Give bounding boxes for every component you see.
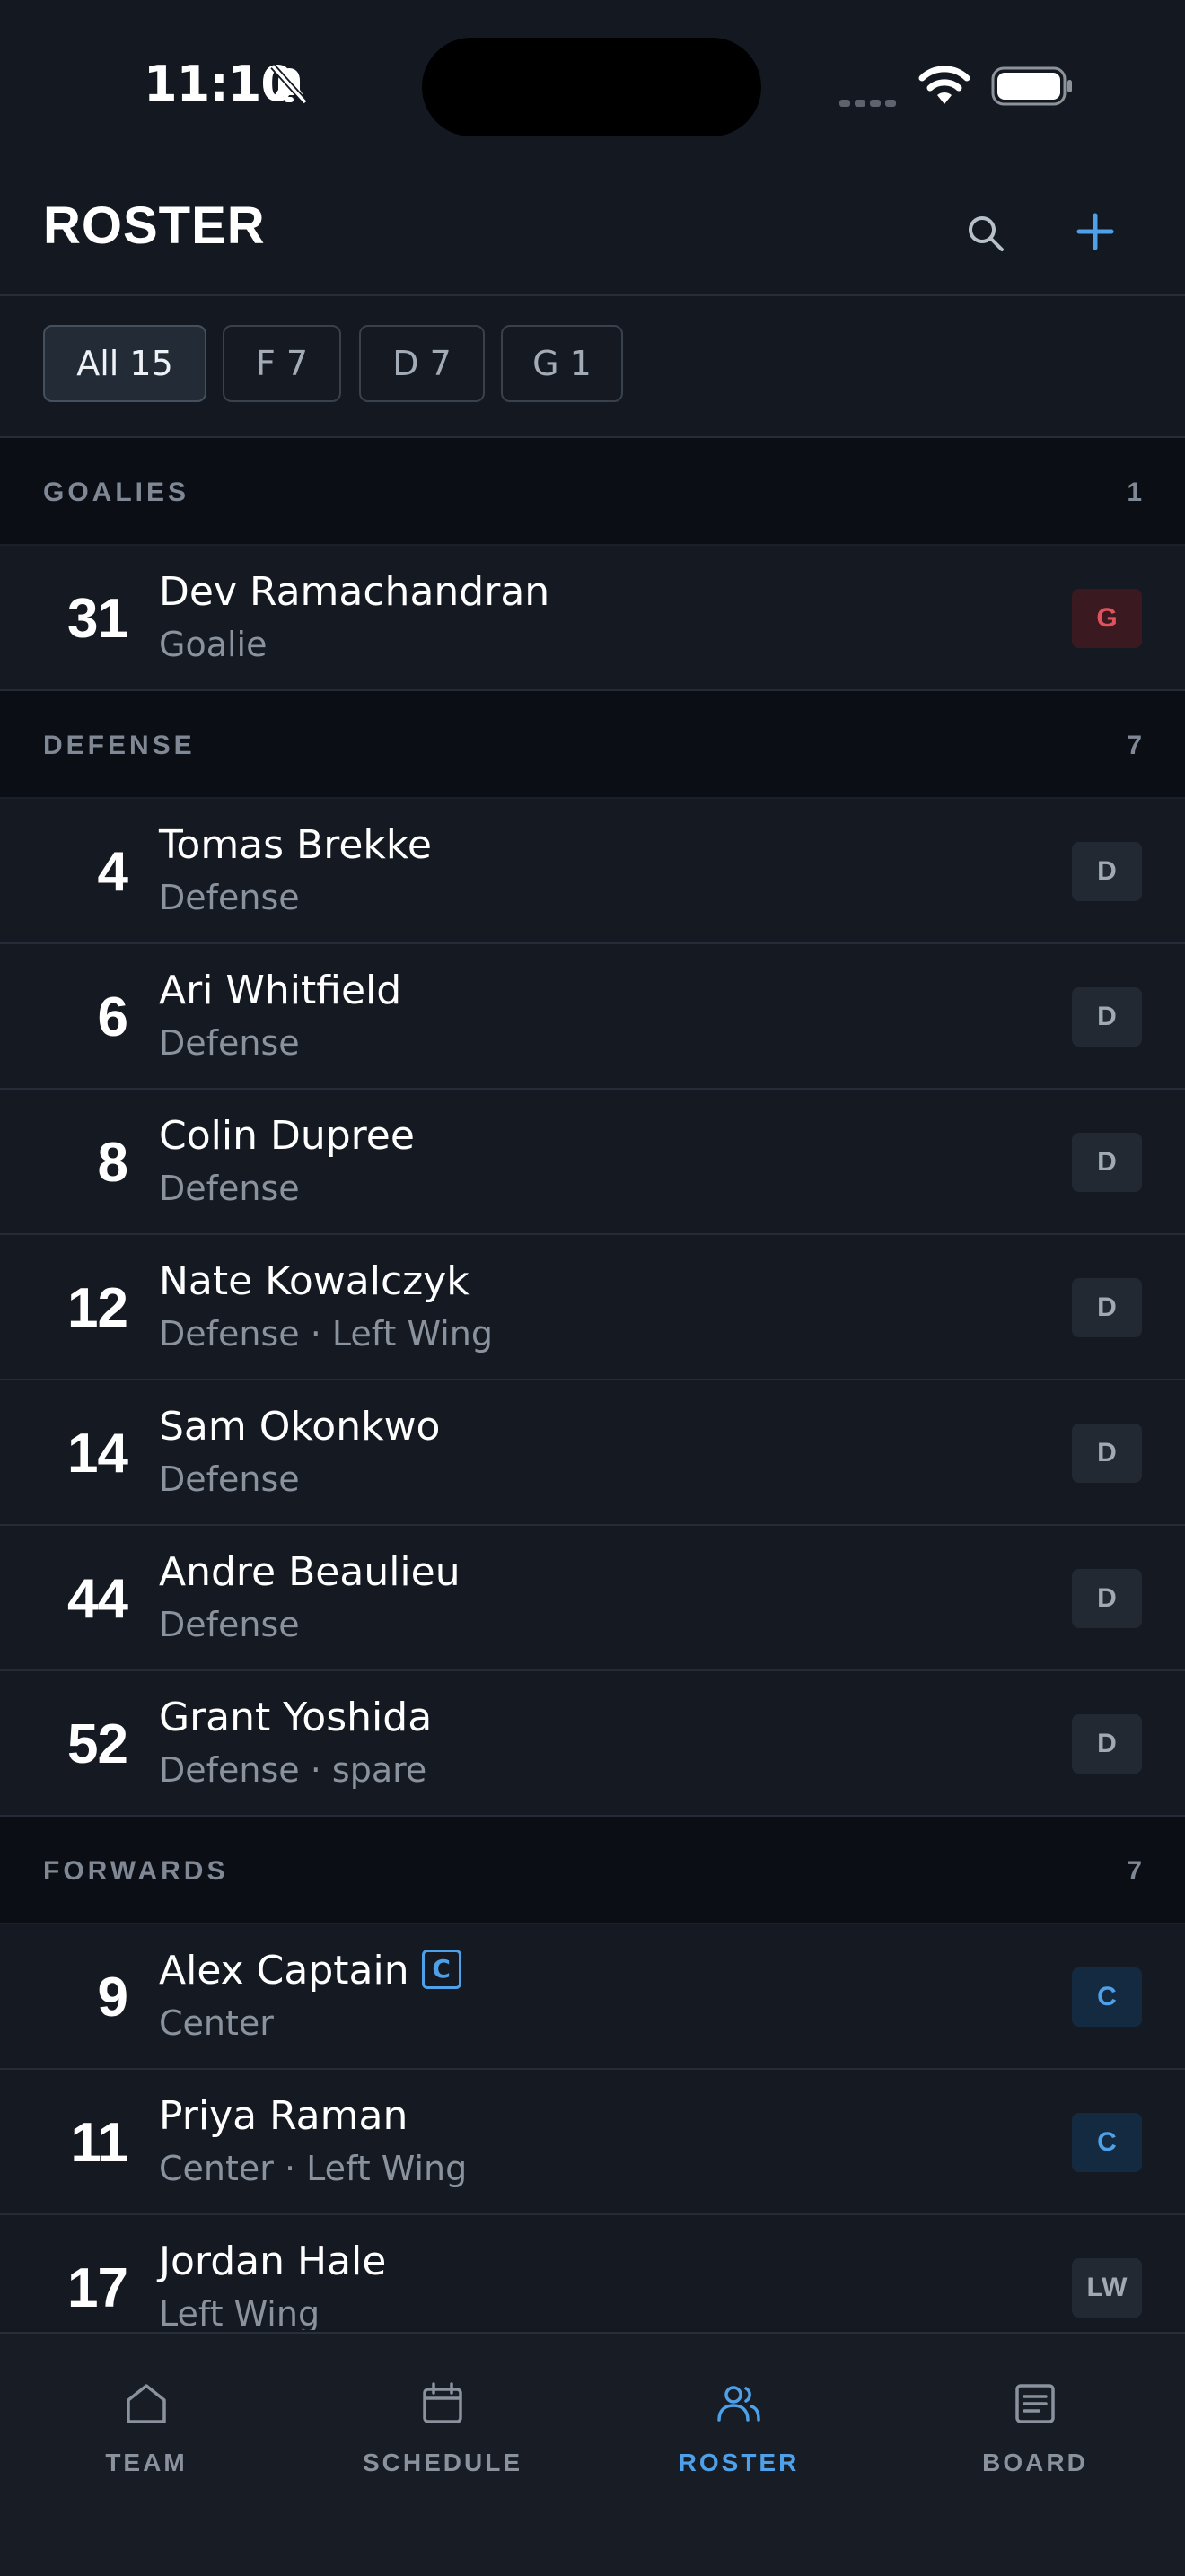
page-title: ROSTER (43, 197, 266, 255)
player-name: Jordan Hale (159, 2239, 387, 2284)
tab-board[interactable]: BOARD (918, 2379, 1152, 2477)
player-name: Tomas Brekke (159, 822, 432, 868)
search-icon[interactable] (964, 212, 1007, 255)
jersey-number: 11 (70, 2112, 128, 2174)
captain-badge: C (421, 1950, 461, 1989)
filter-chip-defense[interactable]: D 7 (359, 325, 485, 402)
section-title: DEFENSE (43, 731, 196, 760)
section-title: FORWARDS (43, 1856, 229, 1886)
player-name: Nate Kowalczyk (159, 1258, 470, 1304)
silent-bell-icon (270, 64, 308, 105)
player-name: Colin Dupree (159, 1113, 415, 1159)
section-header-defense: DEFENSE 7 (0, 691, 1185, 799)
player-row[interactable]: 9 Alex Captain C Center C (0, 1924, 1185, 2070)
filter-chip-all[interactable]: All 15 (43, 325, 206, 402)
position-badge: D (1072, 842, 1142, 901)
section-count: 1 (1127, 478, 1142, 507)
wifi-icon (918, 66, 970, 104)
tab-label: SCHEDULE (362, 2449, 522, 2476)
status-bar: 11:10 (0, 0, 1185, 171)
player-position: Defense (159, 878, 300, 917)
jersey-number: 52 (67, 1713, 128, 1775)
position-badge: D (1072, 1714, 1142, 1774)
player-row[interactable]: 6 Ari Whitfield Defense D (0, 944, 1185, 1090)
player-name: Alex Captain (159, 1948, 409, 1993)
battery-icon (991, 66, 1072, 106)
position-badge: LW (1072, 2258, 1142, 2318)
player-row[interactable]: 52 Grant Yoshida Defense · spare D (0, 1671, 1185, 1817)
player-name: Grant Yoshida (159, 1695, 433, 1740)
tab-schedule[interactable]: SCHEDULE (326, 2379, 559, 2477)
section-header-goalies: GOALIES 1 (0, 438, 1185, 546)
player-row[interactable]: 8 Colin Dupree Defense D (0, 1090, 1185, 1235)
player-row[interactable]: 14 Sam Okonkwo Defense D (0, 1380, 1185, 1526)
board-icon (1015, 2384, 1055, 2423)
player-position: Goalie (159, 625, 268, 664)
player-position: Defense · Left Wing (159, 1314, 493, 1354)
position-badge: C (1072, 2113, 1142, 2172)
position-badge: D (1072, 1424, 1142, 1483)
player-name-line: Alex Captain C (159, 1948, 461, 1993)
tab-label: ROSTER (678, 2449, 800, 2476)
section-header-forwards: FORWARDS 7 (0, 1817, 1185, 1924)
player-row[interactable]: 12 Nate Kowalczyk Defense · Left Wing D (0, 1235, 1185, 1380)
player-name: Ari Whitfield (159, 968, 402, 1013)
position-badge: D (1072, 1569, 1142, 1628)
tab-label: TEAM (105, 2449, 188, 2476)
player-name: Priya Raman (159, 2093, 408, 2139)
player-position: Defense (159, 1023, 300, 1063)
position-badge: D (1072, 1133, 1142, 1192)
section-count: 7 (1127, 1856, 1142, 1886)
people-icon (717, 2386, 760, 2422)
dynamic-island (422, 38, 761, 136)
position-badge: D (1072, 987, 1142, 1047)
jersey-number: 9 (97, 1967, 128, 2028)
filter-chip-forwards[interactable]: F 7 (223, 325, 341, 402)
jersey-number: 14 (67, 1423, 128, 1485)
player-position: Defense (159, 1169, 300, 1208)
jersey-number: 6 (97, 986, 128, 1048)
jersey-number: 31 (67, 588, 128, 650)
tab-roster[interactable]: ROSTER (622, 2379, 856, 2477)
tab-label: BOARD (982, 2449, 1088, 2476)
jersey-number: 8 (97, 1132, 128, 1194)
jersey-number: 17 (67, 2257, 128, 2319)
player-name: Sam Okonkwo (159, 1404, 441, 1450)
roster-list[interactable]: GOALIES 1 31 Dev Ramachandran Goalie G D… (0, 438, 1185, 2330)
player-position: Defense (159, 1605, 300, 1644)
player-row[interactable]: 11 Priya Raman Center · Left Wing C (0, 2070, 1185, 2215)
player-row[interactable]: 4 Tomas Brekke Defense D (0, 799, 1185, 944)
app-header: ROSTER (0, 171, 1185, 296)
player-position: Left Wing (159, 2294, 320, 2330)
section-count: 7 (1127, 731, 1142, 760)
add-player-button[interactable] (1070, 206, 1120, 257)
home-icon (127, 2384, 166, 2423)
calendar-icon (423, 2382, 462, 2423)
jersey-number: 12 (67, 1277, 128, 1339)
player-row[interactable]: 31 Dev Ramachandran Goalie G (0, 546, 1185, 691)
position-badge: D (1072, 1278, 1142, 1337)
player-name: Andre Beaulieu (159, 1549, 461, 1595)
player-row[interactable]: 17 Jordan Hale Left Wing LW (0, 2215, 1185, 2330)
tab-team[interactable]: TEAM (30, 2379, 263, 2477)
player-position: Center (159, 2003, 274, 2043)
position-badge: C (1072, 1967, 1142, 2027)
section-title: GOALIES (43, 478, 190, 507)
player-position: Center · Left Wing (159, 2149, 468, 2188)
cellular-signal-icon (839, 93, 900, 110)
player-name: Dev Ramachandran (159, 569, 550, 615)
player-position: Defense · spare (159, 1750, 427, 1790)
jersey-number: 44 (67, 1568, 128, 1630)
jersey-number: 4 (97, 841, 128, 903)
bottom-tab-bar: TEAM SCHEDULE ROSTER BOARD (0, 2332, 1185, 2576)
player-row[interactable]: 44 Andre Beaulieu Defense D (0, 1526, 1185, 1671)
position-filter-bar: All 15 F 7 D 7 G 1 (0, 296, 1185, 438)
position-badge: G (1072, 589, 1142, 648)
player-position: Defense (159, 1459, 300, 1499)
filter-chip-goalies[interactable]: G 1 (501, 325, 623, 402)
